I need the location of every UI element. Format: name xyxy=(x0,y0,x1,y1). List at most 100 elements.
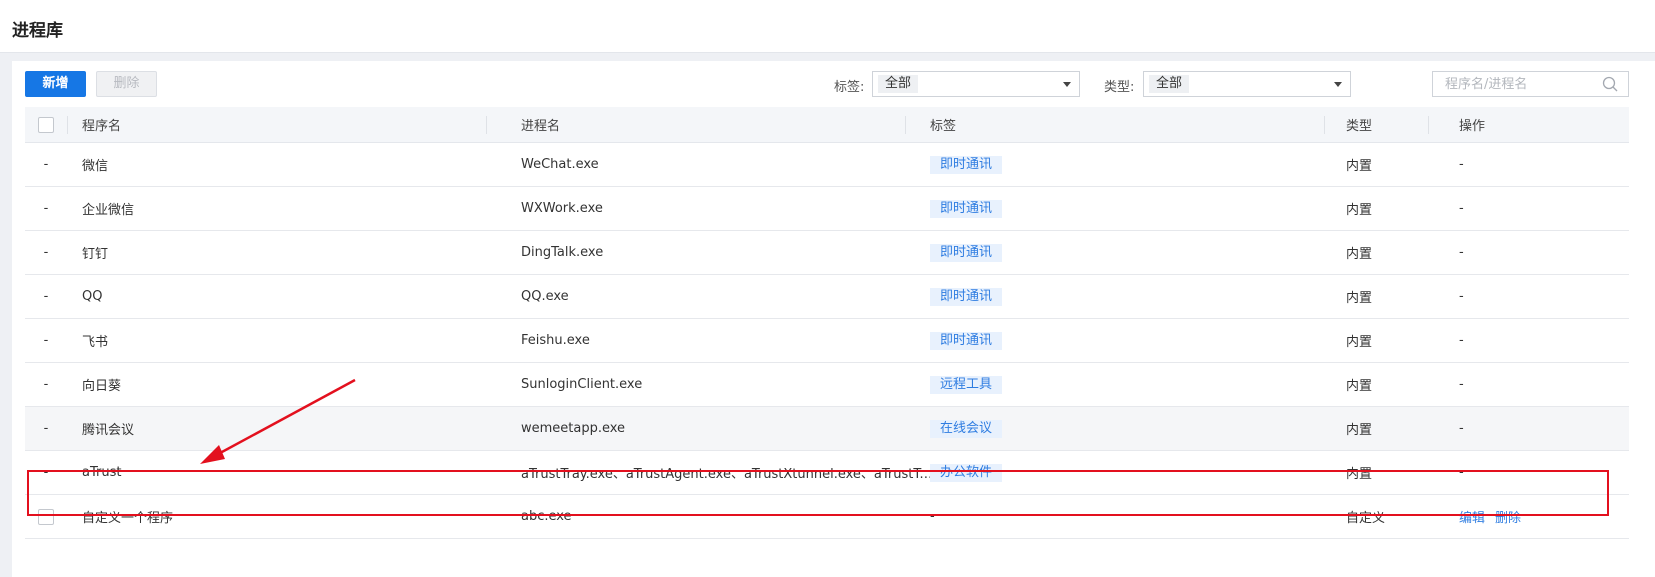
table-row[interactable]: - 钉钉 DingTalk.exe 即时通讯 内置 - xyxy=(25,231,1629,275)
table-header: 程序名 进程名 标签 类型 操作 xyxy=(25,107,1629,143)
process-name-text: SunloginClient.exe xyxy=(521,377,643,392)
table-row[interactable]: - 向日葵 SunloginClient.exe 远程工具 内置 - xyxy=(25,363,1629,407)
select-all-checkbox[interactable] xyxy=(38,116,54,133)
table-row[interactable]: - aTrust aTrustTray.exe、aTrustAgent.exe、… xyxy=(25,451,1629,495)
column-divider xyxy=(1324,116,1325,134)
process-name: WXWork.exe xyxy=(521,187,941,230)
type-filter-value: 全部 xyxy=(1149,75,1190,93)
row-select-placeholder: - xyxy=(43,333,49,348)
tag-filter-select[interactable]: 全部 xyxy=(872,71,1080,97)
process-name: Feishu.exe xyxy=(521,319,941,362)
table-row[interactable]: - QQ QQ.exe 即时通讯 内置 - xyxy=(25,275,1629,319)
process-name-text: WXWork.exe xyxy=(521,201,603,216)
type-cell: 内置 xyxy=(1346,203,1373,218)
row-select-placeholder: - xyxy=(43,157,49,172)
program-name: QQ xyxy=(82,289,103,304)
type-cell: 内置 xyxy=(1346,159,1373,174)
operations-cell: - xyxy=(1459,465,1464,480)
tag-cell: 即时通讯 xyxy=(930,231,1330,274)
tag-badge: 即时通讯 xyxy=(930,331,1003,350)
process-name-text: aTrustTray.exe、aTrustAgent.exe、aTrustXtu… xyxy=(521,467,933,482)
tag-badge: 即时通讯 xyxy=(930,199,1003,218)
tag-cell: 即时通讯 xyxy=(930,275,1330,318)
table-row[interactable]: - 企业微信 WXWork.exe 即时通讯 内置 - xyxy=(25,187,1629,231)
program-name: 腾讯会议 xyxy=(82,423,135,438)
type-cell: 内置 xyxy=(1346,291,1373,306)
type-cell: 内置 xyxy=(1346,423,1373,438)
operations-cell: - xyxy=(1459,157,1464,172)
header-process-name[interactable]: 进程名 xyxy=(521,107,941,142)
program-name: 微信 xyxy=(82,159,109,174)
process-name-text: abc.exe xyxy=(521,509,572,524)
type-cell: 内置 xyxy=(1346,335,1373,350)
type-filter-select[interactable]: 全部 xyxy=(1143,71,1351,97)
row-select-placeholder: - xyxy=(43,377,49,392)
edit-link[interactable]: 编辑 xyxy=(1459,507,1485,526)
custom-table-row[interactable]: 自定义一个程序 abc.exe - 自定义 编辑 删除 xyxy=(25,495,1629,539)
process-name-text: wemeetapp.exe xyxy=(521,421,626,436)
column-divider xyxy=(486,116,487,134)
program-name: 自定义一个程序 xyxy=(82,511,174,526)
tag-filter-value: 全部 xyxy=(878,75,919,93)
operations-cell: - xyxy=(1459,245,1464,260)
program-name: aTrust xyxy=(82,465,122,480)
row-select-placeholder: - xyxy=(43,289,49,304)
row-checkbox[interactable] xyxy=(38,508,54,525)
tag-badge: 远程工具 xyxy=(930,375,1003,394)
search-input[interactable] xyxy=(1433,72,1598,96)
process-name: SunloginClient.exe xyxy=(521,363,941,406)
search-box xyxy=(1432,71,1629,97)
process-name-text: Feishu.exe xyxy=(521,333,590,348)
process-name-text: WeChat.exe xyxy=(521,157,599,172)
delete-link[interactable]: 删除 xyxy=(1495,507,1521,526)
header-program-name[interactable]: 程序名 xyxy=(82,107,502,142)
header-tag[interactable]: 标签 xyxy=(930,107,1330,142)
operations-cell: - xyxy=(1459,289,1464,304)
row-select-placeholder: - xyxy=(43,201,49,216)
process-name: WeChat.exe xyxy=(521,143,941,186)
tag-badge: 即时通讯 xyxy=(930,243,1003,262)
process-name: QQ.exe xyxy=(521,275,941,318)
operations-cell: 编辑 删除 xyxy=(1459,495,1619,538)
tag-cell: - xyxy=(930,509,935,524)
chevron-down-icon xyxy=(1063,82,1071,87)
table-row[interactable]: - 微信 WeChat.exe 即时通讯 内置 - xyxy=(25,143,1629,187)
operations-cell: - xyxy=(1459,333,1464,348)
program-name: 钉钉 xyxy=(82,247,109,262)
operations-cell: - xyxy=(1459,201,1464,216)
type-cell: 内置 xyxy=(1346,379,1373,394)
row-select-placeholder: - xyxy=(43,245,49,260)
program-name: 飞书 xyxy=(82,335,109,350)
tag-cell: 即时通讯 xyxy=(930,187,1330,230)
table-row[interactable]: - 飞书 Feishu.exe 即时通讯 内置 - xyxy=(25,319,1629,363)
chevron-down-icon xyxy=(1334,82,1342,87)
row-select-cell xyxy=(25,495,67,538)
type-cell: 内置 xyxy=(1346,247,1373,262)
process-name-text: DingTalk.exe xyxy=(521,245,604,260)
header-type[interactable]: 类型 xyxy=(1346,107,1446,142)
add-button[interactable]: 新增 xyxy=(25,71,86,97)
table-row[interactable]: - 腾讯会议 wemeetapp.exe 在线会议 内置 - xyxy=(25,407,1629,451)
process-name-text: QQ.exe xyxy=(521,289,569,304)
page-header: 进程库 xyxy=(0,0,1655,53)
type-filter-label: 类型: xyxy=(1104,80,1135,95)
tag-filter-label: 标签: xyxy=(834,80,865,95)
tag-cell: 办公软件 xyxy=(930,451,1330,494)
operations-cell: - xyxy=(1459,421,1464,436)
process-name: wemeetapp.exe xyxy=(521,407,941,450)
search-icon[interactable] xyxy=(1602,76,1618,92)
process-table: 程序名 进程名 标签 类型 操作 - 微信 WeChat.exe 即时通讯 内置… xyxy=(25,107,1629,539)
column-divider xyxy=(67,116,68,134)
tag-badge: 即时通讯 xyxy=(930,287,1003,306)
process-name: DingTalk.exe xyxy=(521,231,941,274)
operations-cell: - xyxy=(1459,377,1464,392)
tag-cell: 即时通讯 xyxy=(930,319,1330,362)
tag-badge: 即时通讯 xyxy=(930,155,1003,174)
type-cell: 内置 xyxy=(1346,467,1373,482)
column-divider xyxy=(1428,116,1429,134)
delete-button-disabled[interactable]: 删除 xyxy=(96,71,157,97)
row-select-placeholder: - xyxy=(43,465,49,480)
tag-cell: 远程工具 xyxy=(930,363,1330,406)
tag-badge: 在线会议 xyxy=(930,419,1003,438)
header-operations: 操作 xyxy=(1459,119,1486,134)
